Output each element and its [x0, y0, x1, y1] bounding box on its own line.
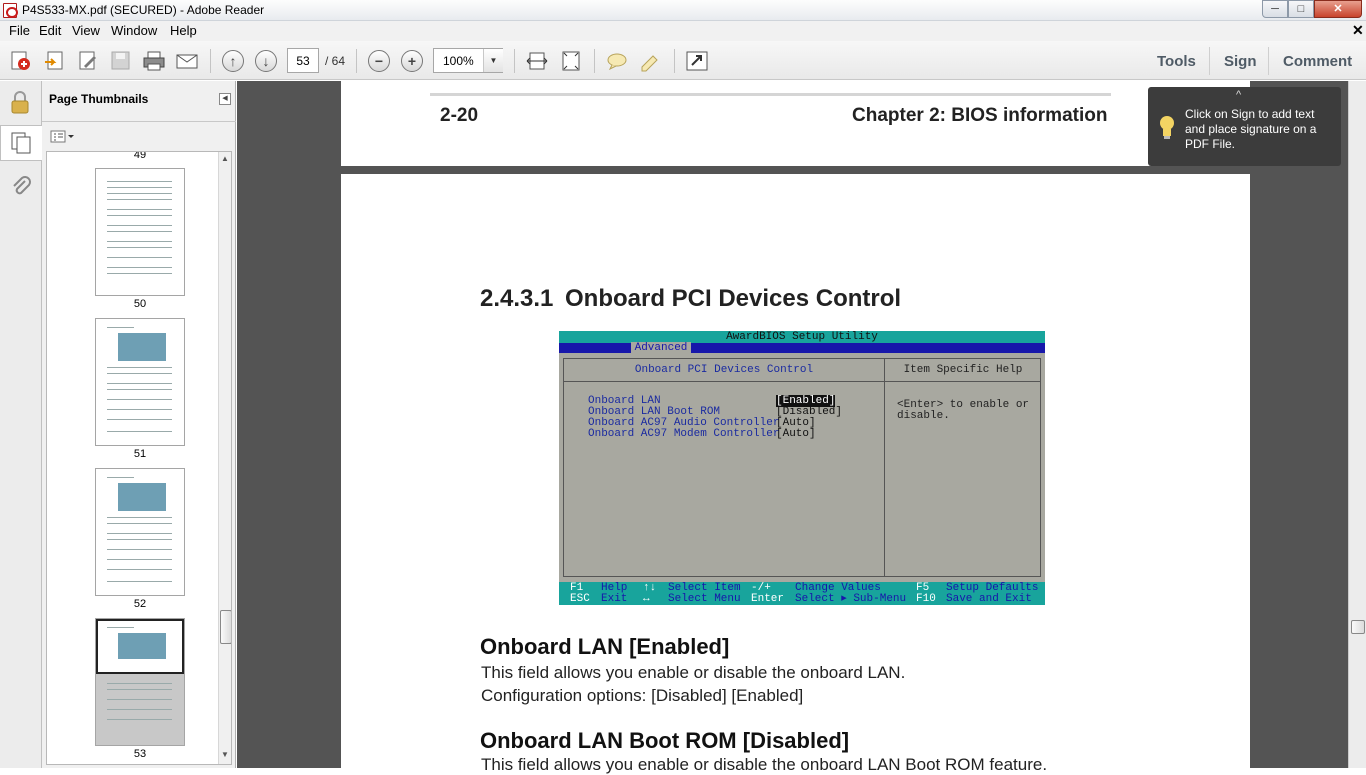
export-pdf-icon[interactable]: [42, 49, 68, 73]
print-icon[interactable]: [141, 49, 167, 73]
bios-help-text: <Enter> to enable or disable.: [897, 399, 1030, 422]
menu-window[interactable]: Window: [111, 23, 157, 38]
next-page-icon[interactable]: ↓: [253, 49, 279, 73]
comment-icon[interactable]: [604, 49, 630, 73]
highlight-icon[interactable]: [637, 49, 663, 73]
page-thumbnails-pane: Page Thumbnails ◀ 49 50 51 52 53 ▲ ▼: [42, 81, 236, 768]
fit-width-icon[interactable]: [524, 49, 550, 73]
bios-key-desc: Exit: [601, 593, 628, 605]
menu-view[interactable]: View: [72, 23, 100, 38]
window-title: P4S533-MX.pdf (SECURED) - Adobe Reader: [22, 3, 265, 17]
comment-button[interactable]: Comment: [1283, 53, 1352, 70]
bios-key: ESC: [570, 593, 590, 605]
bios-key-desc: Select Menu: [668, 593, 741, 605]
maximize-button[interactable]: □: [1288, 0, 1314, 18]
bios-help-title: Item Specific Help: [903, 364, 1023, 376]
tools-button[interactable]: Tools: [1157, 53, 1196, 70]
tooltip-collapse-icon[interactable]: ^: [1236, 88, 1241, 103]
chevron-down-icon[interactable]: ▼: [483, 49, 503, 72]
thumbnail-page-53[interactable]: [95, 618, 185, 746]
lightbulb-icon: [1158, 114, 1176, 144]
menu-help[interactable]: Help: [170, 23, 197, 38]
email-icon[interactable]: [174, 49, 200, 73]
attachments-icon[interactable]: [10, 175, 32, 202]
page-header-chapter: Chapter 2: BIOS information: [852, 105, 1108, 126]
page-thumbnails-tab[interactable]: [0, 125, 42, 161]
lock-icon: [9, 89, 31, 118]
bios-panel: Onboard PCI Devices Control Item Specifi…: [563, 358, 1041, 577]
paragraph-text: This field allows you enable or disable …: [481, 663, 906, 682]
thumbnail-list[interactable]: 49 50 51 52 53 ▲ ▼: [46, 151, 232, 765]
full-screen-icon[interactable]: [684, 49, 710, 73]
thumbnail-label: 53: [133, 748, 147, 760]
zoom-select[interactable]: 100% ▼: [433, 48, 503, 73]
bios-tab-bar: Advanced: [559, 342, 1045, 354]
create-pdf-icon[interactable]: [8, 49, 34, 73]
left-rail: [0, 81, 42, 768]
page-header-number: 2-20: [440, 105, 479, 126]
menu-edit[interactable]: Edit: [39, 23, 61, 38]
paragraph-text: This field allows you enable or disable …: [481, 755, 1048, 774]
thumbnail-page-52[interactable]: [95, 468, 185, 596]
save-icon[interactable]: [108, 49, 134, 73]
bios-footer: F1 Help ↑↓ Select Item -/+ Change Values…: [559, 582, 1045, 605]
zoom-out-icon[interactable]: −: [366, 49, 392, 73]
pdf-file-icon: [3, 3, 18, 18]
heading-onboard-lan-boot-rom: Onboard LAN Boot ROM [Disabled]: [480, 728, 850, 753]
zoom-in-icon[interactable]: +: [399, 49, 425, 73]
thumbnail-page-51[interactable]: [95, 318, 185, 446]
menu-file[interactable]: File: [9, 23, 30, 38]
thumbnail-label: 50: [133, 298, 147, 310]
scrollbar-thumb[interactable]: [1351, 620, 1365, 634]
section-number: 2.4.3.1: [480, 285, 554, 312]
bios-key: Enter: [751, 593, 785, 605]
fit-page-icon[interactable]: [558, 49, 584, 73]
bios-panel-title: Onboard PCI Devices Control: [634, 364, 814, 376]
close-window-button[interactable]: ✕: [1314, 0, 1362, 18]
section-title: Onboard PCI Devices Control: [565, 285, 902, 312]
previous-page-icon[interactable]: ↑: [220, 49, 246, 73]
bios-key: ↔: [643, 593, 650, 605]
tooltip-text: Click on Sign to add text and place sign…: [1185, 107, 1317, 151]
thumbnail-label: 52: [133, 598, 147, 610]
menu-bar: File Edit View Window Help ✕: [0, 21, 1366, 41]
bios-item-label: Onboard AC97 Modem Controller: [588, 428, 780, 440]
thumbnail-label: 51: [133, 448, 147, 460]
zoom-value: 100%: [443, 54, 474, 68]
title-bar: P4S533-MX.pdf (SECURED) - Adobe Reader ─…: [0, 0, 1366, 21]
bios-item-value: [Auto]: [776, 428, 816, 440]
close-document-icon[interactable]: ✕: [1352, 22, 1364, 39]
bios-tab-advanced: Advanced: [631, 342, 691, 354]
document-scrollbar[interactable]: [1348, 81, 1366, 768]
options-menu-icon[interactable]: [50, 129, 76, 147]
thumbnail-page-50[interactable]: [95, 168, 185, 296]
thumbnail-scrollbar[interactable]: ▲ ▼: [218, 152, 231, 764]
pages-icon: [10, 131, 34, 158]
thumbnail-label: 49: [133, 151, 147, 161]
sign-tooltip: ^ Click on Sign to add text and place si…: [1148, 87, 1341, 166]
page-total: / 64: [325, 54, 346, 68]
page-number-input[interactable]: [287, 48, 319, 73]
paragraph-text: Configuration options: [Disabled] [Enabl…: [481, 686, 804, 705]
bios-screenshot: AwardBIOS Setup Utility Advanced Onboard…: [559, 331, 1045, 605]
minimize-button[interactable]: ─: [1262, 0, 1288, 18]
heading-onboard-lan: Onboard LAN [Enabled]: [480, 634, 730, 659]
bios-key: F10: [916, 593, 936, 605]
edit-pdf-icon[interactable]: [75, 49, 101, 73]
bios-key-desc: Select ▸ Sub-Menu: [795, 593, 907, 605]
bios-key-desc: Save and Exit: [946, 593, 1032, 605]
collapse-pane-icon[interactable]: ◀: [219, 93, 231, 105]
sign-button[interactable]: Sign: [1224, 53, 1257, 70]
nav-pane-title: Page Thumbnails: [49, 92, 149, 106]
